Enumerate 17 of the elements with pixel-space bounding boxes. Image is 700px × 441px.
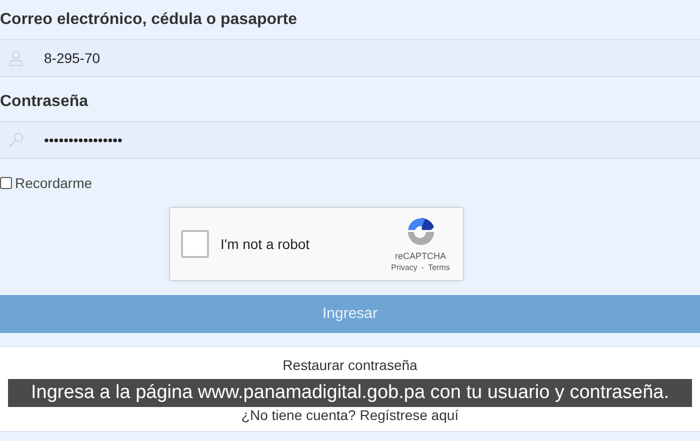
recaptcha-brand: reCAPTCHA [394, 250, 446, 262]
privacy-link[interactable]: Privacy [391, 262, 418, 272]
field-label: Correo electrónico, cédula o pasaporte [0, 10, 298, 30]
separator-text: - [421, 262, 424, 272]
captcha-label: I'm not a robot [220, 234, 310, 254]
key-icon [8, 132, 24, 148]
user-icon [8, 50, 24, 66]
terms-link[interactable]: Terms [428, 262, 450, 272]
field-label: Contraseña [0, 92, 90, 112]
captcha-checkbox[interactable] [180, 230, 208, 258]
register-link[interactable]: ¿No tiene cuenta? Regístrese aquí [241, 405, 459, 425]
remember-checkbox[interactable] [0, 177, 12, 189]
username-field[interactable]: 8-295-70 [0, 39, 700, 77]
subtitle-caption: Ingresa a la página www.panamadigital.gob.pa con tu usuario y contraseña. [8, 379, 692, 407]
reset-password-link[interactable]: Restaurar contraseña [282, 355, 418, 375]
remember-label: Recordarme [15, 174, 92, 192]
password-field[interactable]: •••••••••••••••• [0, 121, 700, 159]
